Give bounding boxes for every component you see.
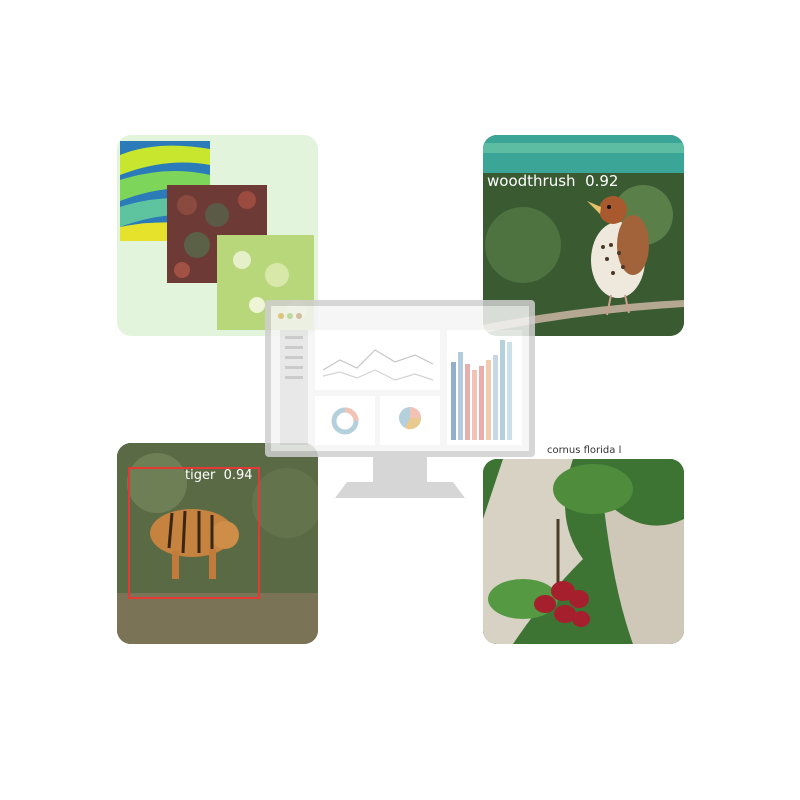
dashboard-monitor	[265, 300, 535, 500]
bar-chart-icon	[447, 330, 522, 445]
plant-caption: cornus florida l	[547, 445, 622, 456]
line-chart-icon	[315, 330, 440, 390]
bird-detection-label: woodthrush 0.92	[487, 172, 619, 190]
donut-chart-icon	[315, 396, 375, 445]
monitor-icon	[265, 300, 535, 498]
spectrogram-strip	[483, 135, 684, 173]
pie-chart-icon	[380, 396, 440, 445]
tiger-detection-label: tiger 0.94	[185, 468, 253, 483]
